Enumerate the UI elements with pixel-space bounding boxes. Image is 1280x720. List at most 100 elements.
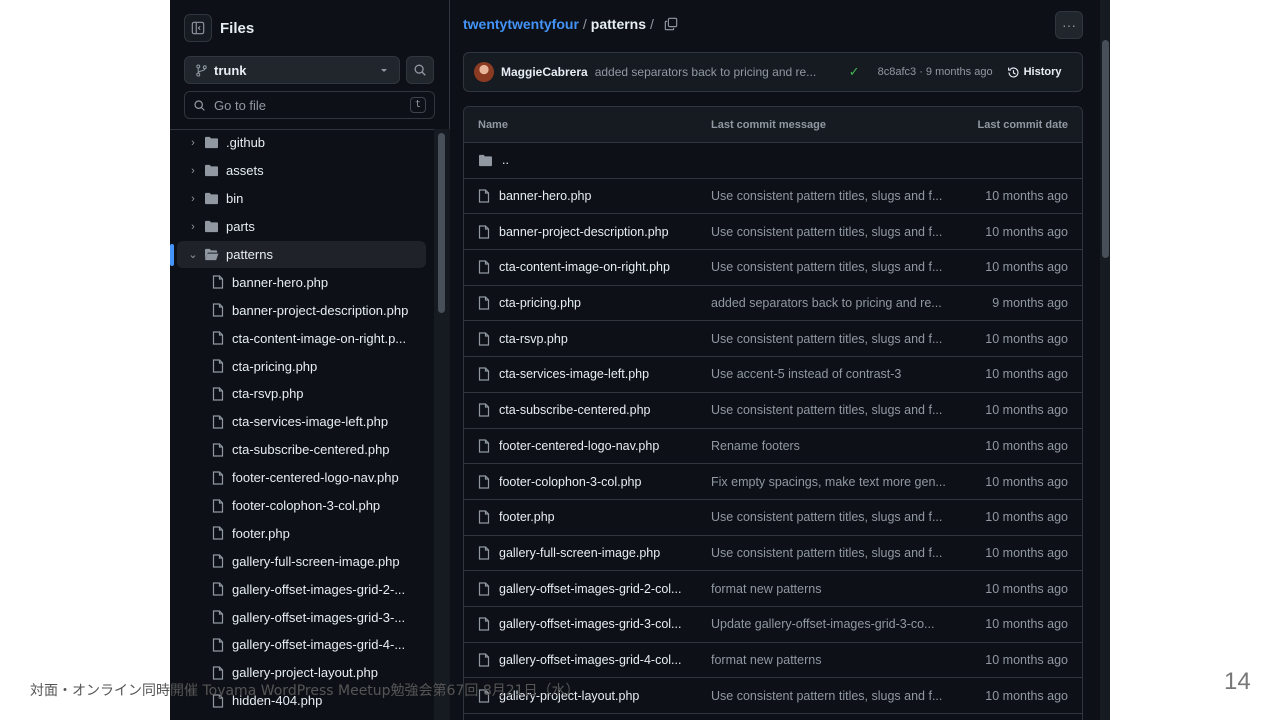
tree-item-dir[interactable]: › assets <box>170 157 434 185</box>
go-to-file-input[interactable]: Go to file t <box>184 91 435 119</box>
file-name-link[interactable]: gallery-offset-images-grid-2-col... <box>499 582 681 596</box>
tree-file-label: cta-pricing.php <box>232 358 318 374</box>
table-row[interactable]: gallery-offset-images-grid-3-col... Updat… <box>464 607 1082 643</box>
main-content: twentytwentyfour / patterns / ··· Maggie… <box>451 0 1110 720</box>
commit-date: 10 months ago <box>985 189 1068 204</box>
tree-file-label: cta-subscribe-centered.php <box>232 442 390 458</box>
commit-message-link[interactable]: Use consistent pattern titles, slugs and… <box>711 332 958 346</box>
commit-message-link[interactable]: Use consistent pattern titles, slugs and… <box>711 189 958 203</box>
chevron-right-icon: › <box>191 192 195 205</box>
commit-message-link[interactable]: Use consistent pattern titles, slugs and… <box>711 689 958 703</box>
file-name-link[interactable]: cta-services-image-left.php <box>499 367 649 381</box>
tree-item-file[interactable]: footer-colophon-3-col.php <box>170 492 434 520</box>
commit-message-link[interactable]: Rename footers <box>711 439 958 453</box>
file-icon <box>212 610 224 624</box>
file-name-link[interactable]: footer-centered-logo-nav.php <box>499 439 659 453</box>
table-row[interactable]: cta-rsvp.php Use consistent pattern title… <box>464 321 1082 358</box>
commit-message-link[interactable]: Update gallery-offset-images-grid-3-co..… <box>711 617 958 631</box>
parent-directory-row[interactable]: .. <box>464 143 1082 179</box>
file-name-link[interactable]: gallery-offset-images-grid-4-col... <box>499 653 681 667</box>
commit-message-link[interactable]: Use consistent pattern titles, slugs and… <box>711 546 958 560</box>
column-header-date: Last commit date <box>977 118 1068 131</box>
table-row[interactable]: footer.php Use consistent pattern titles,… <box>464 500 1082 536</box>
tree-item-file[interactable]: gallery-offset-images-grid-2-... <box>170 575 434 603</box>
commit-date: 10 months ago <box>985 367 1068 382</box>
check-icon[interactable]: ✓ <box>849 64 860 80</box>
commit-message-link[interactable]: format new patterns <box>711 582 958 596</box>
commit-message-link[interactable]: Use consistent pattern titles, slugs and… <box>711 403 958 417</box>
tree-item-file[interactable]: gallery-offset-images-grid-3-... <box>170 603 434 631</box>
tree-item-file[interactable]: footer-centered-logo-nav.php <box>170 464 434 492</box>
table-row[interactable]: footer-centered-logo-nav.php Rename foote… <box>464 429 1082 465</box>
table-row[interactable]: footer-colophon-3-col.php Fix empty spaci… <box>464 464 1082 500</box>
shortcut-key: t <box>409 97 426 113</box>
tree-item-dir[interactable]: › .github <box>170 129 434 157</box>
collapse-sidebar-button[interactable] <box>184 14 212 42</box>
tree-item-file[interactable]: gallery-offset-images-grid-4-... <box>170 631 434 659</box>
more-options-button[interactable]: ··· <box>1055 11 1083 39</box>
breadcrumb-repo-link[interactable]: twentytwentyfour <box>463 16 579 32</box>
commit-message-link[interactable]: format new patterns <box>711 653 958 667</box>
commit-message-link[interactable]: Use consistent pattern titles, slugs and… <box>711 510 958 524</box>
file-name-link[interactable]: footer.php <box>499 510 555 524</box>
commit-message-link[interactable]: added separators back to pricing and re.… <box>711 296 958 310</box>
branch-selector[interactable]: trunk <box>184 56 400 84</box>
tree-item-dir[interactable]: › parts <box>170 213 434 241</box>
tree-item-file[interactable]: cta-subscribe-centered.php <box>170 436 434 464</box>
avatar[interactable] <box>474 62 494 82</box>
chevron-right-icon: › <box>191 220 195 233</box>
file-icon <box>212 666 224 680</box>
file-name-link[interactable]: cta-subscribe-centered.php <box>499 403 650 417</box>
caret-down-icon <box>381 69 387 72</box>
tree-item-file[interactable]: banner-project-description.php <box>170 296 434 324</box>
table-row[interactable]: gallery-offset-images-grid-4-col... forma… <box>464 643 1082 679</box>
folder-icon <box>479 154 492 166</box>
history-icon <box>1007 66 1019 78</box>
sidebar-scrollbar[interactable] <box>438 133 445 313</box>
file-name-link[interactable]: cta-content-image-on-right.php <box>499 260 670 274</box>
table-row[interactable]: gallery-offset-images-grid-2-col... forma… <box>464 571 1082 607</box>
table-row[interactable]: cta-pricing.php added separators back to … <box>464 286 1082 322</box>
tree-item-file[interactable]: footer.php <box>170 519 434 547</box>
file-icon <box>478 617 490 631</box>
file-name-link[interactable]: gallery-full-screen-image.php <box>499 546 660 560</box>
file-name-link[interactable]: banner-hero.php <box>499 189 591 203</box>
tree-item-file[interactable]: banner-hero.php <box>170 268 434 296</box>
history-button[interactable]: History <box>1007 66 1061 79</box>
tree-item-patterns-selected[interactable]: ⌄ patterns <box>170 240 426 269</box>
table-row[interactable]: banner-project-description.php Use consis… <box>464 214 1082 251</box>
file-name-link[interactable]: gallery-offset-images-grid-3-col... <box>499 617 681 631</box>
table-row[interactable]: cta-content-image-on-right.php Use consis… <box>464 250 1082 286</box>
tree-item-file[interactable]: cta-rsvp.php <box>170 380 434 408</box>
table-row[interactable]: banner-hero.php Use consistent pattern ti… <box>464 179 1082 215</box>
tree-dir-label: patterns <box>226 247 273 262</box>
table-row[interactable]: cta-subscribe-centered.php Use consistent… <box>464 393 1082 429</box>
commit-author-link[interactable]: MaggieCabrera <box>501 65 588 79</box>
commit-message-link[interactable]: Use accent-5 instead of contrast-3 <box>711 367 958 381</box>
commit-date: 10 months ago <box>985 545 1068 560</box>
commit-message-link[interactable]: Use consistent pattern titles, slugs and… <box>711 260 958 274</box>
file-name-link[interactable]: cta-rsvp.php <box>499 332 568 346</box>
tree-item-dir[interactable]: › bin <box>170 185 434 213</box>
search-button[interactable] <box>406 56 434 84</box>
breadcrumb-separator: / <box>650 16 654 32</box>
table-row[interactable]: cta-services-image-left.php Use accent-5 … <box>464 357 1082 393</box>
copy-path-button[interactable] <box>664 17 678 31</box>
file-icon <box>212 331 224 345</box>
file-name-link[interactable]: banner-project-description.php <box>499 225 669 239</box>
file-name-link[interactable]: footer-colophon-3-col.php <box>499 475 641 489</box>
commit-sha-time[interactable]: 8c8afc3 · 9 months ago <box>878 66 993 78</box>
commit-message-link[interactable]: Use consistent pattern titles, slugs and… <box>711 225 958 239</box>
tree-item-file[interactable]: cta-content-image-on-right.p... <box>170 324 434 352</box>
main-scrollbar[interactable] <box>1102 40 1109 258</box>
sidebar-collapse-icon <box>191 21 205 35</box>
tree-item-file[interactable]: gallery-full-screen-image.php <box>170 547 434 575</box>
table-row[interactable]: gallery-full-screen-image.php Use consist… <box>464 536 1082 572</box>
file-table: Name Last commit message Last commit dat… <box>463 106 1083 720</box>
commit-message-link[interactable]: Fix empty spacings, make text more gen..… <box>711 475 958 489</box>
tree-item-file[interactable]: cta-services-image-left.php <box>170 408 434 436</box>
file-icon <box>478 189 490 203</box>
file-name-link[interactable]: cta-pricing.php <box>499 296 581 310</box>
tree-item-file[interactable]: cta-pricing.php <box>170 352 434 380</box>
commit-message-link[interactable]: added separators back to pricing and re.… <box>595 65 839 79</box>
